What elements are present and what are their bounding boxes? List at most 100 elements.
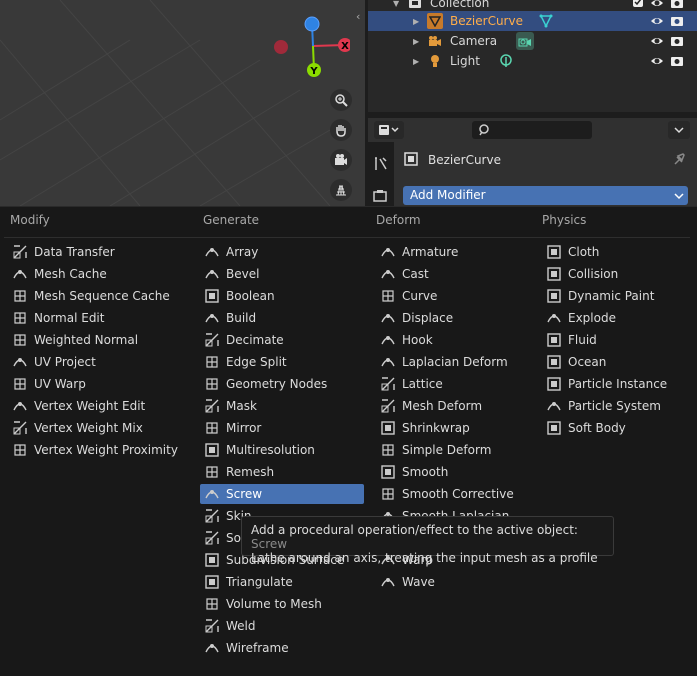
menu-item-curve[interactable]: Curve xyxy=(376,286,536,306)
menu-item-triangulate[interactable]: Triangulate xyxy=(200,572,364,592)
menu-item-armature[interactable]: Armature xyxy=(376,242,536,262)
menu-item-smooth[interactable]: Smooth xyxy=(376,462,536,482)
editor-type-dropdown[interactable] xyxy=(374,121,404,139)
collapse-chevron-icon[interactable]: ‹ xyxy=(356,10,360,23)
menu-item-multiresolution[interactable]: Multiresolution xyxy=(200,440,364,460)
menu-item-mesh-deform[interactable]: Mesh Deform xyxy=(376,396,536,416)
light-data-icon[interactable] xyxy=(498,53,514,69)
cloth-icon xyxy=(546,244,562,260)
menu-item-hook[interactable]: Hook xyxy=(376,330,536,350)
menu-item-particle-system[interactable]: Particle System xyxy=(542,396,692,416)
menu-item-normal-edit[interactable]: Normal Edit xyxy=(8,308,193,328)
menu-item-weld[interactable]: Weld xyxy=(200,616,364,636)
pin-icon[interactable] xyxy=(672,152,686,169)
menu-item-geometry-nodes[interactable]: Geometry Nodes xyxy=(200,374,364,394)
expand-arrow-icon[interactable]: ▶ xyxy=(413,17,419,26)
options-dropdown[interactable] xyxy=(668,121,690,139)
menu-item-bevel[interactable]: Bevel xyxy=(200,264,364,284)
camera-data-icon[interactable] xyxy=(516,32,534,50)
menu-item-displace[interactable]: Displace xyxy=(376,308,536,328)
menu-item-cloth[interactable]: Cloth xyxy=(542,242,692,262)
menu-item-label: UV Warp xyxy=(34,377,86,391)
eye-icon[interactable] xyxy=(650,54,664,68)
menu-item-wave[interactable]: Wave xyxy=(376,572,536,592)
expand-arrow-icon[interactable]: ▶ xyxy=(413,37,419,46)
camera-view-icon[interactable] xyxy=(330,149,352,171)
uv-warp-icon xyxy=(12,376,28,392)
menu-item-edge-split[interactable]: Edge Split xyxy=(200,352,364,372)
menu-item-particle-instance[interactable]: Particle Instance xyxy=(542,374,692,394)
menu-item-shrinkwrap[interactable]: Shrinkwrap xyxy=(376,418,536,438)
outliner-row-camera[interactable]: ▶ Camera xyxy=(368,31,697,51)
render-camera-icon[interactable] xyxy=(670,0,684,10)
menu-item-lattice[interactable]: Lattice xyxy=(376,374,536,394)
menu-item-ocean[interactable]: Ocean xyxy=(542,352,692,372)
menu-item-remesh[interactable]: Remesh xyxy=(200,462,364,482)
navigation-gizmo[interactable]: X Y xyxy=(270,10,350,90)
menu-item-label: Mesh Sequence Cache xyxy=(34,289,170,303)
render-camera-icon[interactable] xyxy=(670,34,684,48)
expand-arrow-icon[interactable]: ▼ xyxy=(393,0,399,8)
menu-item-volume-to-mesh[interactable]: Volume to Mesh xyxy=(200,594,364,614)
outliner-row-beziercurve[interactable]: ▶ BezierCurve xyxy=(368,11,697,31)
menu-item-explode[interactable]: Explode xyxy=(542,308,692,328)
menu-item-mesh-sequence-cache[interactable]: Mesh Sequence Cache xyxy=(8,286,193,306)
checkbox-icon[interactable] xyxy=(632,0,646,10)
menu-item-data-transfer[interactable]: Data Transfer xyxy=(8,242,193,262)
eye-icon[interactable] xyxy=(650,0,664,10)
outliner-label: BezierCurve xyxy=(450,14,523,28)
ortho-grid-icon[interactable] xyxy=(330,179,352,201)
menu-item-mirror[interactable]: Mirror xyxy=(200,418,364,438)
menu-item-label: Weighted Normal xyxy=(34,333,139,347)
curve-data-icon[interactable] xyxy=(538,13,554,29)
add-modifier-button[interactable]: Add Modifier xyxy=(403,186,688,205)
menu-item-cast[interactable]: Cast xyxy=(376,264,536,284)
menu-item-label: Vertex Weight Edit xyxy=(34,399,146,413)
eye-icon[interactable] xyxy=(650,34,664,48)
menu-item-vertex-weight-proximity[interactable]: Vertex Weight Proximity xyxy=(8,440,193,460)
render-tab-icon[interactable] xyxy=(373,190,389,205)
menu-item-mesh-cache[interactable]: Mesh Cache xyxy=(8,264,193,284)
menu-item-fluid[interactable]: Fluid xyxy=(542,330,692,350)
collision-icon xyxy=(546,266,562,282)
menu-item-label: Boolean xyxy=(226,289,275,303)
menu-item-smooth-corrective[interactable]: Smooth Corrective xyxy=(376,484,536,504)
menu-item-label: Smooth xyxy=(402,465,449,479)
menu-item-screw[interactable]: Screw xyxy=(200,484,364,504)
search-icon xyxy=(479,124,489,136)
pan-hand-icon[interactable] xyxy=(330,119,352,141)
menu-item-mask[interactable]: Mask xyxy=(200,396,364,416)
eye-icon[interactable] xyxy=(650,14,664,28)
menu-item-wireframe[interactable]: Wireframe xyxy=(200,638,364,658)
menu-item-label: Weld xyxy=(226,619,256,633)
tooltip-description: Add a procedural operation/effect to the… xyxy=(251,523,578,537)
menu-item-soft-body[interactable]: Soft Body xyxy=(542,418,692,438)
properties-search-input[interactable] xyxy=(472,121,592,139)
menu-item-collision[interactable]: Collision xyxy=(542,264,692,284)
zoom-icon[interactable] xyxy=(330,89,352,111)
menu-item-boolean[interactable]: Boolean xyxy=(200,286,364,306)
menu-item-vertex-weight-mix[interactable]: Vertex Weight Mix xyxy=(8,418,193,438)
menu-item-simple-deform[interactable]: Simple Deform xyxy=(376,440,536,460)
menu-item-uv-warp[interactable]: UV Warp xyxy=(8,374,193,394)
render-camera-icon[interactable] xyxy=(670,54,684,68)
menu-item-vertex-weight-edit[interactable]: Vertex Weight Edit xyxy=(8,396,193,416)
menu-item-build[interactable]: Build xyxy=(200,308,364,328)
mirror-icon xyxy=(204,420,220,436)
expand-arrow-icon[interactable]: ▶ xyxy=(413,57,419,66)
menu-item-decimate[interactable]: Decimate xyxy=(200,330,364,350)
menu-item-label: Multiresolution xyxy=(226,443,315,457)
menu-item-array[interactable]: Array xyxy=(200,242,364,262)
cast-icon xyxy=(380,266,396,282)
menu-item-label: Curve xyxy=(402,289,438,303)
outliner-row-light[interactable]: ▶ Light xyxy=(368,51,697,71)
menu-item-weighted-normal[interactable]: Weighted Normal xyxy=(8,330,193,350)
menu-item-dynamic-paint[interactable]: Dynamic Paint xyxy=(542,286,692,306)
menu-item-uv-project[interactable]: UV Project xyxy=(8,352,193,372)
menu-item-label: Data Transfer xyxy=(34,245,115,259)
render-camera-icon[interactable] xyxy=(670,14,684,28)
3d-viewport[interactable]: X Y ‹ xyxy=(0,0,365,206)
tool-settings-tab-icon[interactable] xyxy=(373,156,389,175)
dynamic-paint-icon xyxy=(546,288,562,304)
menu-item-laplacian-deform[interactable]: Laplacian Deform xyxy=(376,352,536,372)
